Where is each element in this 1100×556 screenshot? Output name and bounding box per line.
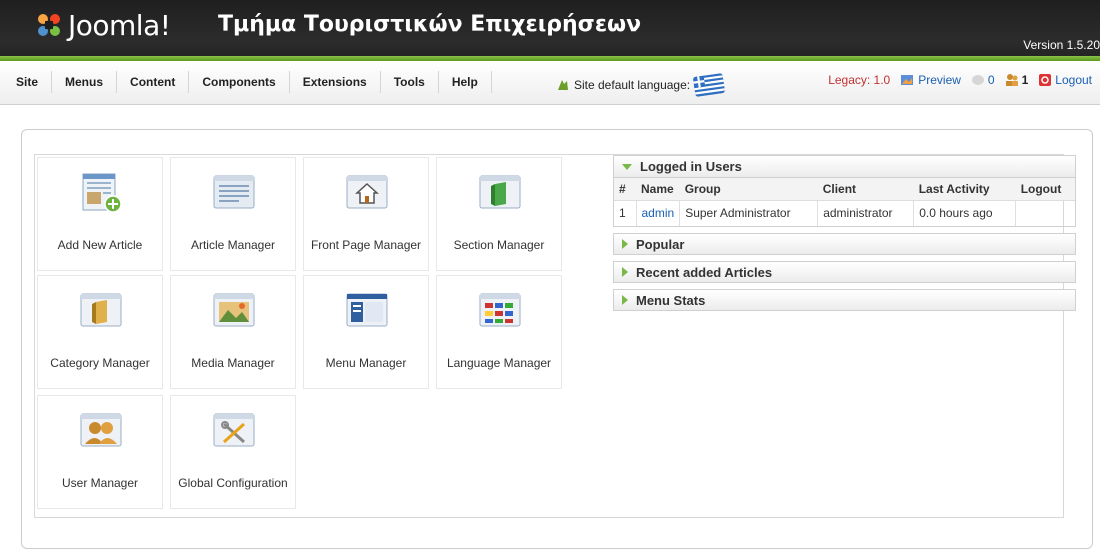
col-last-activity: Last Activity [913, 178, 1016, 201]
tile-label: Category Manager [50, 356, 150, 370]
messages-count: 0 [987, 73, 995, 87]
menu-tools[interactable]: Tools [381, 71, 439, 93]
media-manager-icon [213, 293, 255, 327]
recent-articles-title: Recent added Articles [636, 264, 773, 280]
table-header-row: # Name Group Client Last Activity Logout [614, 178, 1075, 201]
expand-icon [622, 267, 628, 277]
logout-link[interactable]: Logout [1038, 73, 1092, 87]
global-config-icon [213, 413, 255, 447]
logged-in-users-title: Logged in Users [640, 159, 742, 174]
tile-user-manager[interactable]: User Manager [37, 395, 163, 509]
cell-name: admin [636, 200, 681, 226]
logged-in-users-header[interactable]: Logged in Users [614, 156, 1075, 178]
site-language: Site default language: [556, 73, 726, 97]
tile-category-manager[interactable]: Category Manager [37, 275, 163, 389]
menu-content[interactable]: Content [117, 71, 190, 93]
online-users-status[interactable]: 1 [1005, 73, 1029, 87]
menu-site[interactable]: Site [10, 71, 53, 93]
tile-label: Global Configuration [178, 476, 288, 490]
tile-language-manager[interactable]: Language Manager [436, 275, 562, 389]
cell-num: 1 [614, 200, 637, 226]
control-panel: Add New Article Article Manager Front Pa… [34, 154, 1076, 518]
legacy-status: Legacy: 1.0 [828, 73, 891, 87]
collapse-icon [622, 163, 632, 170]
tile-article-manager[interactable]: Article Manager [170, 157, 296, 271]
site-language-label: Site default language: [574, 78, 691, 92]
menu-stats-module-header[interactable]: Menu Stats [613, 289, 1076, 311]
front-page-icon [346, 175, 388, 209]
menu-extensions[interactable]: Extensions [290, 71, 381, 93]
user-admin-link[interactable]: admin [642, 206, 675, 220]
logged-in-users-table: # Name Group Client Last Activity Logout… [614, 178, 1075, 226]
language-manager-icon [479, 293, 521, 327]
recent-articles-module-header[interactable]: Recent added Articles [613, 261, 1076, 283]
main-menu: Site Menus Content Components Extensions… [10, 71, 492, 93]
menu-stats-title: Menu Stats [636, 292, 706, 308]
logo-text: Joomla! [68, 8, 171, 42]
menu-manager-icon [346, 293, 388, 327]
cell-activity: 0.0 hours ago [913, 200, 1017, 226]
expand-icon [622, 239, 628, 249]
tile-label: Article Manager [190, 238, 276, 252]
greek-flag-icon[interactable] [692, 73, 726, 97]
col-client: Client [817, 178, 914, 201]
tile-global-configuration[interactable]: Global Configuration [170, 395, 296, 509]
col-logout: Logout [1015, 178, 1075, 201]
user-manager-icon [80, 413, 122, 447]
joomla-logo-icon [38, 14, 60, 36]
col-group: Group [679, 178, 818, 201]
article-manager-icon [213, 175, 255, 209]
tile-label: Menu Manager [325, 356, 407, 370]
category-manager-icon [80, 293, 122, 327]
tile-label: User Manager [61, 476, 139, 490]
expand-icon [622, 295, 628, 305]
status-area: Legacy: 1.0 Preview 0 1 Logout [828, 73, 1092, 87]
preview-link[interactable]: Preview [900, 73, 961, 87]
site-title: Τμήμα Τουριστικών Επιχειρήσεων [218, 12, 642, 37]
tile-label: Section Manager [453, 238, 545, 252]
cell-logout [1016, 200, 1075, 226]
section-manager-icon [479, 175, 521, 209]
tile-front-page-manager[interactable]: Front Page Manager [303, 157, 429, 271]
joomla-logo: Joomla! [34, 8, 171, 42]
users-count: 1 [1021, 73, 1029, 87]
cell-group: Super Administrator [679, 200, 819, 226]
tile-section-manager[interactable]: Section Manager [436, 157, 562, 271]
menu-components[interactable]: Components [189, 71, 290, 93]
tile-add-new-article[interactable]: Add New Article [37, 157, 163, 271]
cell-client: administrator [817, 200, 915, 226]
tile-label: Language Manager [446, 356, 552, 370]
messages-status[interactable]: 0 [971, 73, 995, 87]
tile-menu-manager[interactable]: Menu Manager [303, 275, 429, 389]
logged-in-users-module: Logged in Users # Name Group Client Last… [613, 155, 1076, 227]
header-bar: Joomla! Τμήμα Τουριστικών Επιχειρήσεων V… [0, 0, 1100, 60]
main-panel: Add New Article Article Manager Front Pa… [21, 129, 1093, 549]
language-icon [558, 80, 568, 90]
col-num: # [614, 178, 636, 201]
menu-help[interactable]: Help [439, 71, 492, 93]
tile-label: Add New Article [57, 238, 143, 252]
messages-icon [971, 75, 984, 85]
menu-bar: Site Menus Content Components Extensions… [0, 61, 1100, 105]
version-label: Version 1.5.20 [1023, 38, 1100, 52]
popular-module-header[interactable]: Popular [613, 233, 1076, 255]
modules-panel: Logged in Users # Name Group Client Last… [613, 155, 1076, 317]
add-article-icon [82, 173, 122, 213]
table-row: 1 admin Super Administrator administrato… [614, 200, 1075, 226]
users-icon [1005, 74, 1018, 86]
col-name: Name [636, 178, 680, 201]
popular-title: Popular [636, 236, 685, 252]
menu-menus[interactable]: Menus [52, 71, 118, 93]
tile-label: Front Page Manager [310, 238, 422, 252]
preview-icon [901, 75, 914, 85]
preview-label: Preview [918, 73, 961, 87]
logout-label: Logout [1055, 73, 1092, 87]
tile-media-manager[interactable]: Media Manager [170, 275, 296, 389]
tile-label: Media Manager [191, 356, 275, 370]
logout-icon [1039, 74, 1052, 86]
